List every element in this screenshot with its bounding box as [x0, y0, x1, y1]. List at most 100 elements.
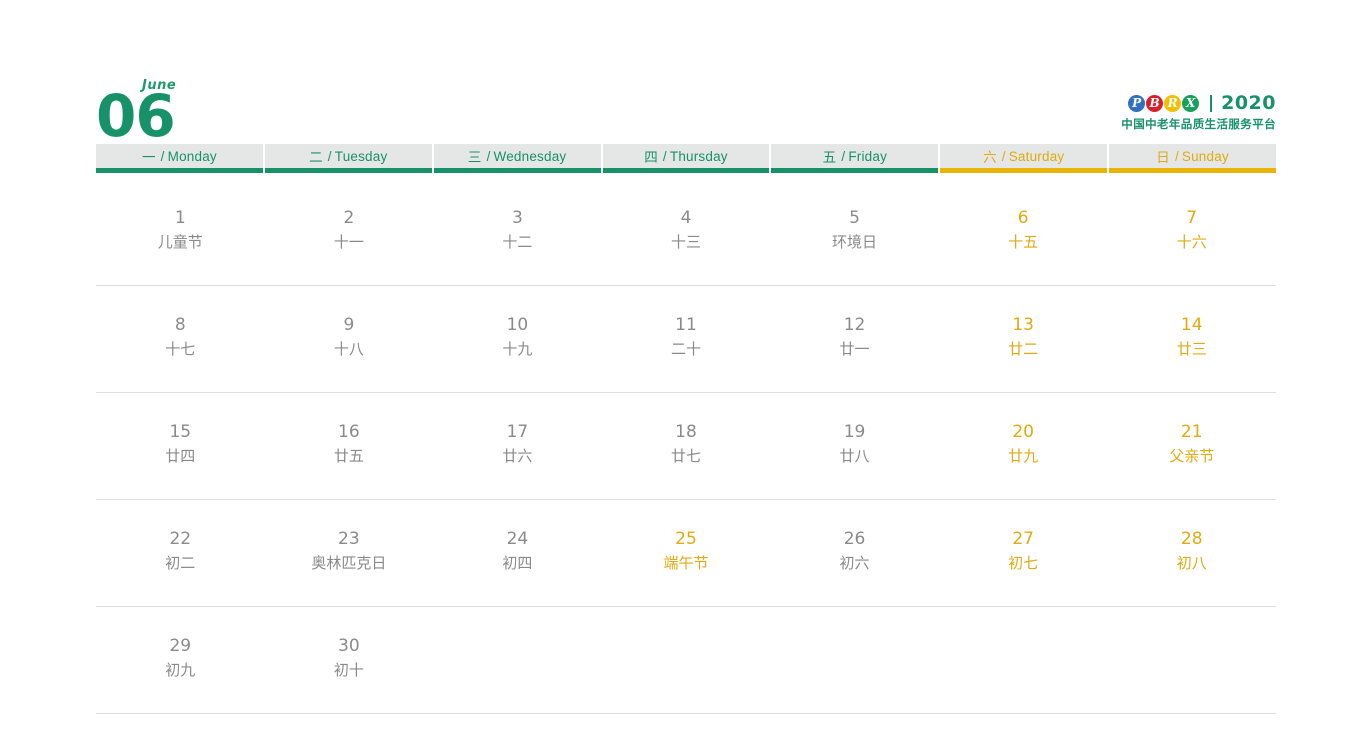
weekday-en-label: Sunday [1181, 148, 1229, 164]
weekday-en-label: Saturday [1008, 148, 1065, 164]
day-cell[interactable]: 25 端午节 [602, 500, 771, 606]
day-cell[interactable]: 5 环境日 [770, 179, 939, 285]
logo-letter-x-icon: X [1182, 94, 1200, 112]
day-number: 27 [1012, 529, 1034, 549]
day-cell[interactable]: 9 十八 [265, 286, 434, 392]
day-lunar-label: 十六 [1176, 233, 1207, 251]
day-lunar-label: 初十 [333, 661, 364, 679]
day-cell[interactable]: 29 初九 [96, 607, 265, 713]
day-cell[interactable]: 21 父亲节 [1107, 393, 1276, 499]
day-cell[interactable]: 23 奥林匹克日 [265, 500, 434, 606]
day-cell-empty [1107, 607, 1276, 713]
day-number: 15 [169, 422, 192, 442]
day-number: 22 [169, 529, 192, 549]
weekday-cn-label: 日 [1156, 150, 1170, 165]
day-cell[interactable]: 16 廿五 [265, 393, 434, 499]
day-lunar-label: 奥林匹克日 [311, 554, 387, 572]
day-cell[interactable]: 8 十七 [96, 286, 265, 392]
weekday-header-row: 一 / Monday 二 / Tuesday 三 / Wednesday 四 / Thursday 五 /… [96, 144, 1276, 173]
month-number-label: 06 [96, 81, 176, 150]
day-number: 30 [338, 636, 360, 656]
calendar-week-row: 22 初二 23 奥林匹克日 24 初四 25 端午节 26 初六 27 初七 28 初八 [96, 500, 1276, 607]
day-cell[interactable]: 26 初六 [770, 500, 939, 606]
weekday-header-friday: 五 / Friday [771, 144, 939, 173]
day-cell[interactable]: 10 十九 [433, 286, 602, 392]
day-lunar-label: 十三 [670, 233, 701, 251]
day-cell[interactable]: 3 十二 [433, 179, 602, 285]
day-lunar-label: 初二 [165, 554, 196, 572]
day-cell[interactable]: 17 廿六 [433, 393, 602, 499]
day-cell[interactable]: 2 十一 [265, 179, 434, 285]
day-lunar-label: 端午节 [663, 554, 709, 572]
brand-tagline-label: 中国中老年品质生活服务平台 [1121, 117, 1276, 131]
weekday-slash: / [662, 148, 667, 164]
day-lunar-label: 父亲节 [1169, 447, 1215, 465]
day-cell[interactable]: 13 廿二 [939, 286, 1108, 392]
brand-divider [1210, 94, 1213, 112]
day-cell[interactable]: 20 廿九 [939, 393, 1108, 499]
day-cell[interactable]: 6 十五 [939, 179, 1108, 285]
weekday-cn-label: 五 [822, 150, 837, 165]
day-cell[interactable]: 12 廿一 [770, 286, 939, 392]
day-cell[interactable]: 1 儿童节 [96, 179, 265, 285]
day-cell[interactable]: 15 廿四 [96, 393, 265, 499]
day-cell[interactable]: 11 二十 [602, 286, 771, 392]
day-number: 1 [174, 208, 186, 228]
weekday-cn-label: 四 [644, 150, 658, 165]
day-number: 9 [343, 315, 355, 335]
weekday-en-label: Thursday [669, 148, 728, 164]
weekday-header-saturday: 六 / Saturday [940, 144, 1108, 173]
day-cell[interactable]: 7 十六 [1107, 179, 1276, 285]
day-lunar-label: 十九 [502, 340, 533, 358]
day-lunar-label: 廿五 [333, 447, 364, 465]
calendar-page: June 06 P B R X 2020 中国中老年品质生活服务平台 一 / Mon… [0, 0, 1366, 736]
weekday-cn-label: 六 [983, 150, 997, 165]
weekday-header-wednesday: 三 / Wednesday [433, 144, 601, 173]
day-lunar-label: 十二 [502, 233, 533, 251]
day-lunar-label: 初六 [839, 554, 870, 572]
calendar-week-row: 29 初九 30 初十 [96, 607, 1276, 714]
day-lunar-label: 廿二 [1008, 340, 1039, 358]
day-number: 17 [506, 422, 529, 442]
day-cell[interactable]: 4 十三 [602, 179, 771, 285]
day-lunar-label: 廿三 [1176, 340, 1207, 358]
day-cell-empty [939, 607, 1108, 713]
day-lunar-label: 十五 [1008, 233, 1039, 251]
calendar-weeks: 1 儿童节 2 十一 3 十二 4 十三 5 环境日 6 十五 7 十六 8 十七 9 十八 10 十九 11 二十 12 廿… [96, 179, 1276, 714]
day-number: 6 [1017, 208, 1029, 228]
day-lunar-label: 廿七 [670, 447, 701, 465]
day-lunar-label: 初八 [1176, 554, 1207, 572]
weekday-header-tuesday: 二 / Tuesday [264, 144, 432, 173]
day-cell[interactable]: 28 初八 [1107, 500, 1276, 606]
weekday-slash: / [486, 148, 491, 164]
logo-letter-r-icon: R [1164, 94, 1182, 112]
weekday-cn-label: 二 [309, 150, 323, 165]
weekday-header-sunday: 日 / Sunday [1109, 144, 1276, 173]
day-cell[interactable]: 22 初二 [96, 500, 265, 606]
day-cell[interactable]: 14 廿三 [1107, 286, 1276, 392]
day-number: 19 [843, 422, 866, 442]
day-lunar-label: 二十 [670, 340, 701, 358]
day-number: 26 [843, 529, 866, 549]
day-cell[interactable]: 30 初十 [265, 607, 434, 713]
day-number: 18 [675, 422, 697, 442]
day-cell[interactable]: 24 初四 [433, 500, 602, 606]
day-number: 21 [1180, 422, 1203, 442]
day-lunar-label: 廿六 [502, 447, 533, 465]
brand-logo: P B R X [1128, 94, 1200, 112]
day-lunar-label: 廿九 [1008, 447, 1039, 465]
brand-row: P B R X 2020 [1121, 92, 1276, 114]
day-cell[interactable]: 18 廿七 [602, 393, 771, 499]
day-cell[interactable]: 19 廿八 [770, 393, 939, 499]
weekday-slash: / [160, 148, 165, 164]
weekday-slash: / [841, 148, 846, 164]
day-number: 16 [338, 422, 360, 442]
day-lunar-label: 儿童节 [157, 233, 203, 251]
day-number: 2 [343, 208, 355, 228]
day-number: 12 [843, 315, 866, 335]
day-cell[interactable]: 27 初七 [939, 500, 1108, 606]
day-number: 25 [675, 529, 697, 549]
day-cell-empty [433, 607, 602, 713]
weekday-en-label: Wednesday [493, 148, 567, 164]
day-lunar-label: 廿四 [165, 447, 196, 465]
